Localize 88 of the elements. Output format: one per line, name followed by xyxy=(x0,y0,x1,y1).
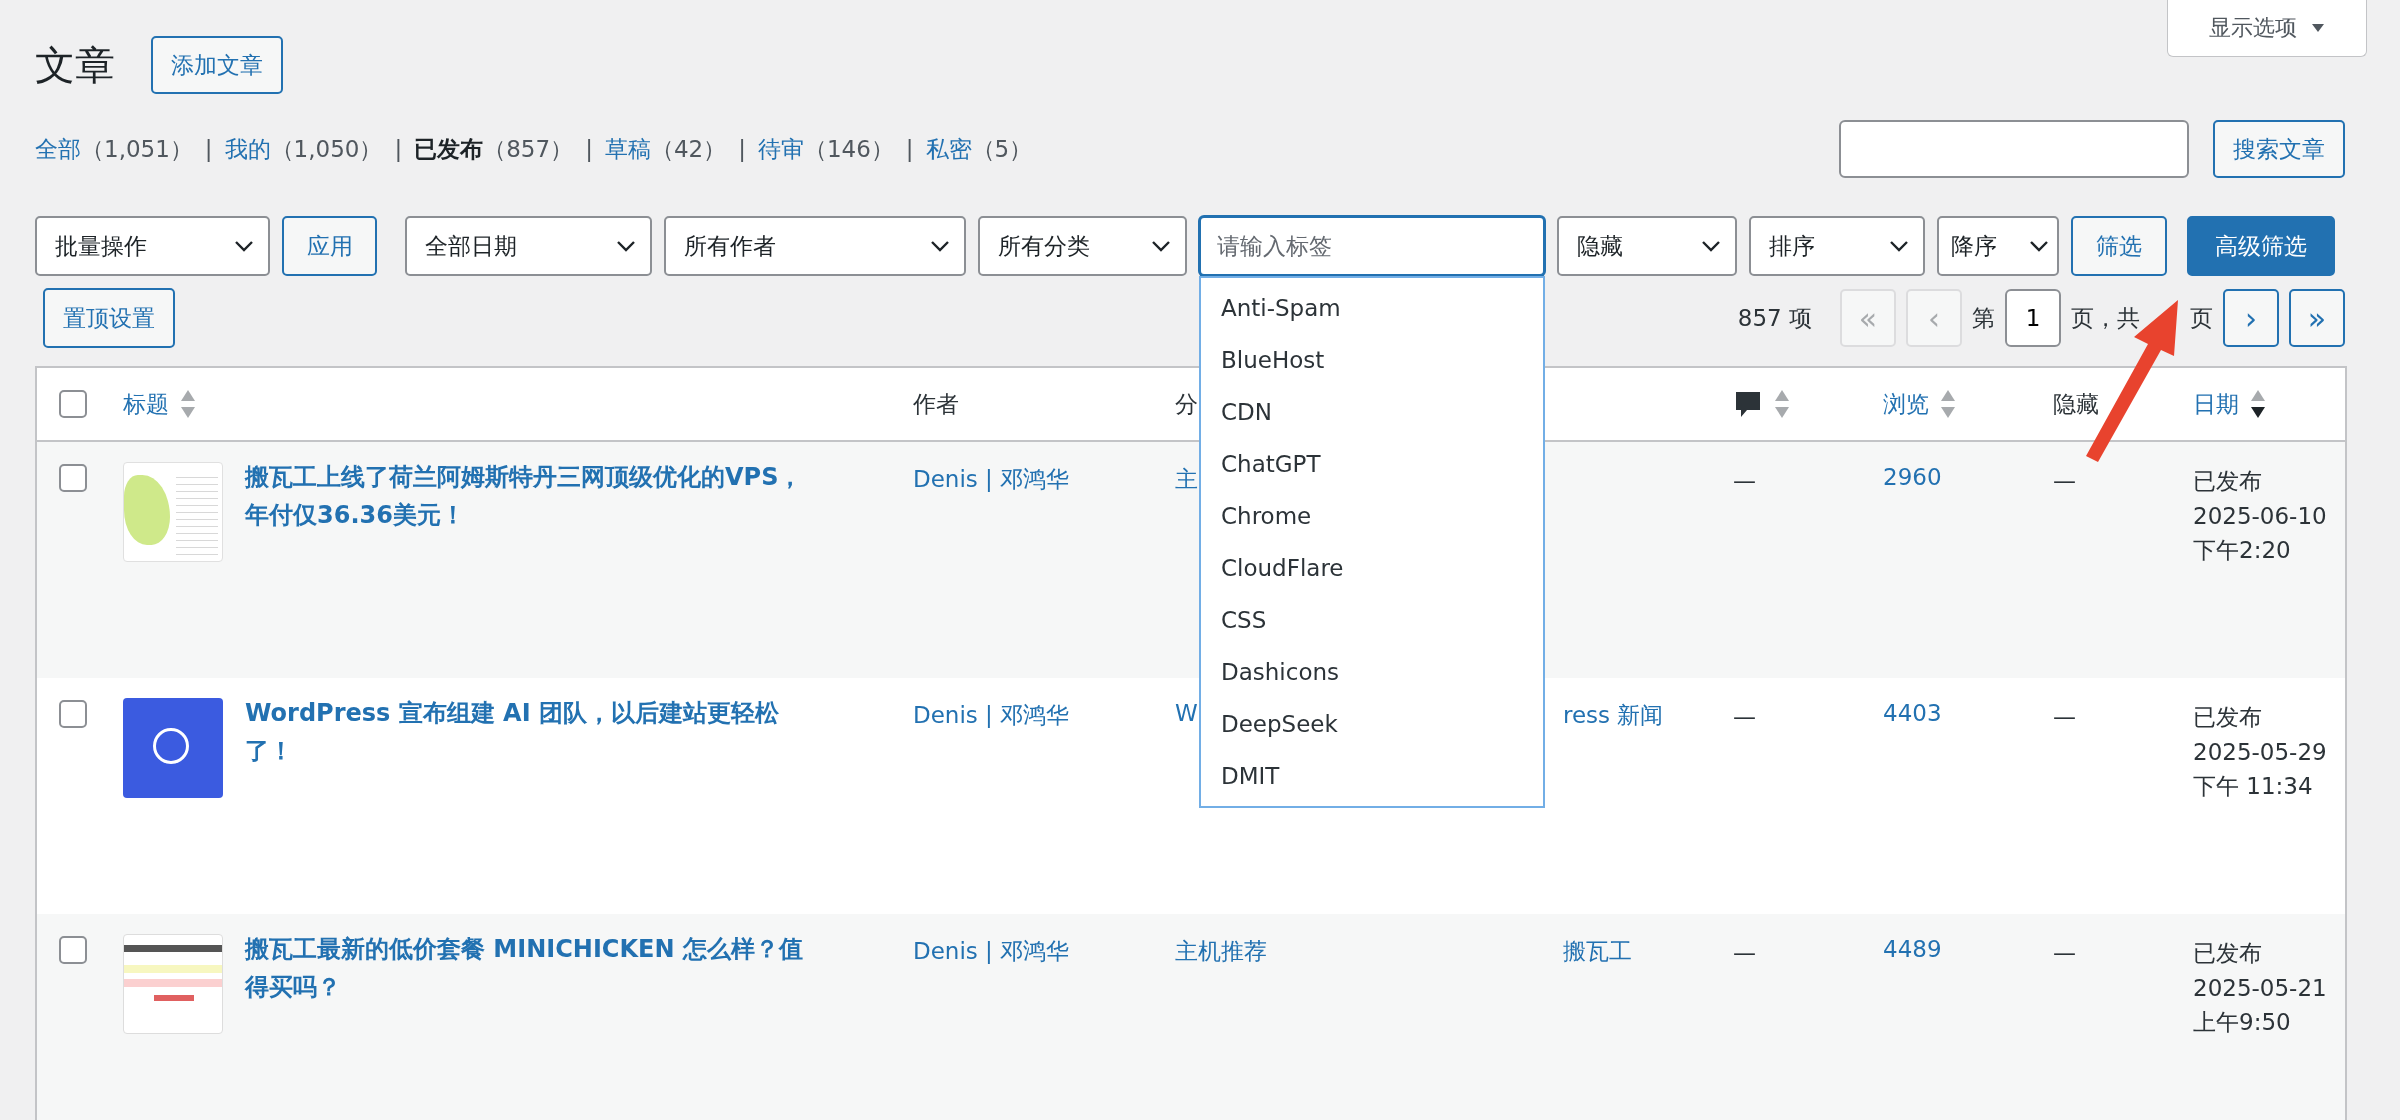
publish-date: 2025-05-21 上午9:50 xyxy=(2193,973,2328,1037)
tag-suggestion-item[interactable]: DeepSeek xyxy=(1201,698,1543,750)
page-label: 第 xyxy=(1972,303,1995,333)
separator: | xyxy=(905,136,914,162)
row-checkbox[interactable] xyxy=(59,464,87,492)
separator: | xyxy=(585,136,593,162)
status-filter-link[interactable]: 待审（146） xyxy=(757,133,894,165)
tag-suggestion-item[interactable]: Chrome xyxy=(1201,490,1543,542)
chevron-down-icon xyxy=(2029,240,2049,252)
tag-suggestion-item[interactable]: BlueHost xyxy=(1201,334,1543,386)
tag-link[interactable]: ress 新闻 xyxy=(1563,702,1664,728)
tag-suggestion-item[interactable]: ChatGPT xyxy=(1201,438,1543,490)
author-link[interactable]: Denis | 邓鸿华 xyxy=(913,466,1070,492)
page-number-field[interactable]: 1 xyxy=(2005,289,2061,347)
view-count[interactable]: 4403 xyxy=(1883,700,1942,726)
sticky-settings-button[interactable]: 置顶设置 xyxy=(43,288,175,348)
advanced-filter-button[interactable]: 高级筛选 xyxy=(2187,216,2335,276)
screen-options-tab[interactable]: 显示选项 xyxy=(2167,0,2367,57)
page-title: 文章 xyxy=(35,40,115,90)
column-header[interactable]: 标题 xyxy=(123,388,169,420)
select-dropdown[interactable]: 排序 xyxy=(1749,216,1925,276)
hidden-value: — xyxy=(2053,940,2076,966)
column-header: 分 xyxy=(1175,389,1198,419)
publish-date: 2025-06-10 下午2:20 xyxy=(2193,501,2328,565)
caret-icon xyxy=(2311,23,2325,33)
select-dropdown[interactable]: 所有作者 xyxy=(664,216,966,276)
category-link[interactable]: 主机推荐 xyxy=(1175,938,1267,964)
status-filter-link[interactable]: 我的（1,050） xyxy=(224,133,383,165)
page-total-label: 页，共 xyxy=(2071,303,2140,333)
page-nav-button[interactable]: › xyxy=(2223,289,2279,347)
hidden-value: — xyxy=(2053,468,2076,494)
select-dropdown[interactable]: 全部日期 xyxy=(405,216,652,276)
select-all-checkbox[interactable] xyxy=(59,390,87,418)
select-dropdown[interactable]: 所有分类 xyxy=(978,216,1187,276)
comment-icon xyxy=(1733,389,1763,419)
chevron-down-icon xyxy=(1889,240,1909,252)
status-filter-link[interactable]: 私密（5） xyxy=(925,133,1033,165)
category-link[interactable]: W xyxy=(1175,700,1198,726)
page-nav-button[interactable]: » xyxy=(2289,289,2345,347)
search-button[interactable]: 搜索文章 xyxy=(2213,120,2345,178)
column-header: 隐藏 xyxy=(2053,389,2099,419)
comment-count: — xyxy=(1733,468,1756,494)
chevron-down-icon xyxy=(1151,240,1171,252)
select-dropdown[interactable]: 批量操作 xyxy=(35,216,270,276)
select-dropdown[interactable]: 隐藏 xyxy=(1557,216,1737,276)
row-checkbox[interactable] xyxy=(59,936,87,964)
tag-suggestion-item[interactable]: Anti-Spam xyxy=(1201,282,1543,334)
filter-button[interactable]: 应用 xyxy=(282,216,377,276)
tag-suggestion-item[interactable]: Dashicons xyxy=(1201,646,1543,698)
tag-link[interactable]: 搬瓦工 xyxy=(1563,938,1632,964)
search-field[interactable] xyxy=(1839,120,2189,178)
chevron-down-icon xyxy=(234,240,254,252)
publish-status: 已发布 xyxy=(2193,467,2263,496)
tag-suggestion-item[interactable]: CDN xyxy=(1201,386,1543,438)
chevron-down-icon xyxy=(616,240,636,252)
category-link[interactable]: 主 xyxy=(1175,466,1198,492)
author-link[interactable]: Denis | 邓鸿华 xyxy=(913,938,1070,964)
row-checkbox[interactable] xyxy=(59,700,87,728)
select-dropdown[interactable]: 降序 xyxy=(1937,216,2059,276)
tag-suggestion-item[interactable]: DMIT xyxy=(1201,750,1543,802)
view-count[interactable]: 2960 xyxy=(1883,464,1942,490)
publish-status: 已发布 xyxy=(2193,939,2263,968)
publish-date: 2025-05-29 下午 11:34 xyxy=(2193,737,2328,801)
tag-suggestion-item[interactable]: CloudFlare xyxy=(1201,542,1543,594)
page-suffix-label: 页 xyxy=(2190,303,2213,333)
column-header[interactable]: 日期 xyxy=(2193,388,2239,420)
post-title-link[interactable]: WordPress 宣布组建 AI 团队，以后建站更轻松了！ xyxy=(245,694,825,771)
separator: | xyxy=(394,136,403,162)
separator: | xyxy=(738,136,746,162)
filter-button[interactable]: 筛选 xyxy=(2071,216,2167,276)
publish-status: 已发布 xyxy=(2193,703,2263,732)
tag-input-field[interactable]: 请输入标签 xyxy=(1199,216,1545,276)
status-filter-link[interactable]: 全部（1,051） xyxy=(35,133,193,165)
add-post-button[interactable]: 添加文章 xyxy=(151,36,283,94)
comment-count: — xyxy=(1733,940,1756,966)
separator: | xyxy=(204,136,213,162)
chevron-down-icon xyxy=(1701,240,1721,252)
comment-count: — xyxy=(1733,704,1756,730)
status-filter-link[interactable]: 已发布（857） xyxy=(414,133,574,165)
author-link[interactable]: Denis | 邓鸿华 xyxy=(913,702,1070,728)
column-header: 作者 xyxy=(913,389,959,419)
view-count[interactable]: 4489 xyxy=(1883,936,1942,962)
tag-suggestion-item[interactable]: CSS xyxy=(1201,594,1543,646)
status-filter-link[interactable]: 草稿（42） xyxy=(604,133,727,165)
hidden-value: — xyxy=(2053,704,2076,730)
column-header[interactable]: 浏览 xyxy=(1883,388,1929,420)
chevron-down-icon xyxy=(930,240,950,252)
item-count: 857 项 xyxy=(1737,303,1812,333)
